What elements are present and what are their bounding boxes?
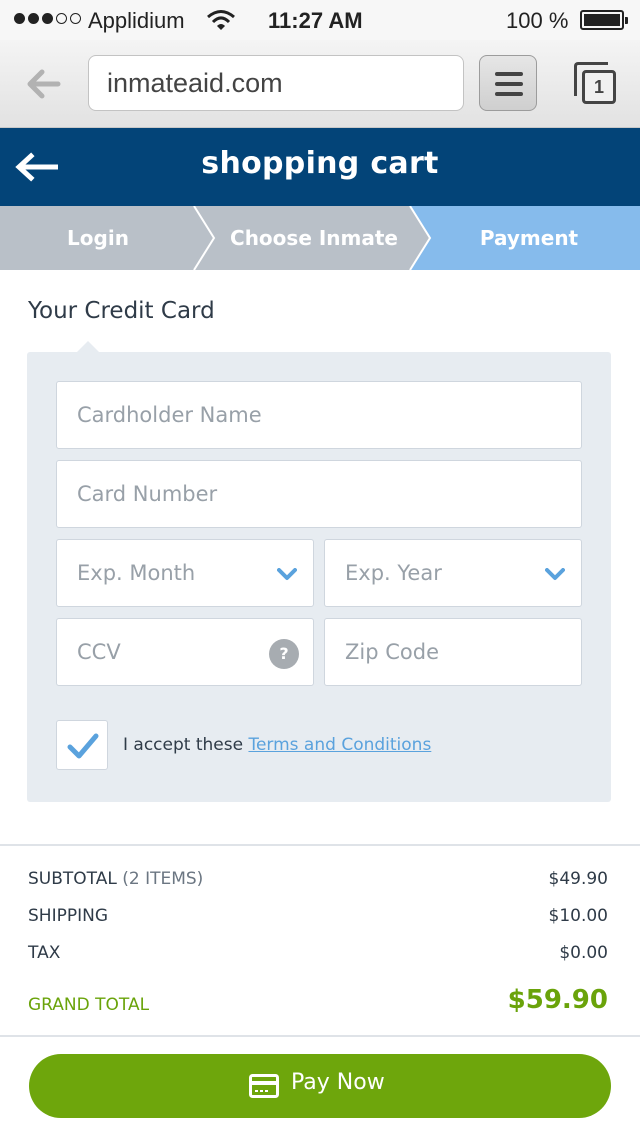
tab-count: 1 [582,70,616,104]
ccv-input[interactable]: CCV ? [56,618,314,686]
pay-now-label: Pay Now [291,1070,385,1095]
app-header: shopping cart [0,128,640,206]
grand-total-value: $59.90 [507,985,608,1015]
pay-now-button[interactable]: Pay Now [29,1054,611,1118]
help-icon[interactable]: ? [269,639,299,669]
card-number-input[interactable]: Card Number [56,460,582,528]
zip-code-input[interactable]: Zip Code [324,618,582,686]
page-title: shopping cart [201,146,439,181]
battery-icon [580,10,628,30]
grand-total-label: GRAND TOTAL [28,995,150,1015]
browser-back-icon[interactable] [22,62,66,106]
step-choose-inmate[interactable]: Choose Inmate [214,206,414,270]
subtotal-item-count: (2 ITEMS) [122,869,204,889]
tabs-button[interactable]: 1 [572,60,620,108]
section-title: Your Credit Card [28,298,215,324]
step-login[interactable]: Login [0,206,196,270]
terms-text: I accept these Terms and Conditions [123,735,432,755]
terms-link[interactable]: Terms and Conditions [248,735,431,755]
chevron-down-icon [545,568,565,580]
divider [0,1035,640,1037]
terms-checkbox[interactable] [56,720,108,770]
battery-percentage: 100 % [506,8,569,33]
chevron-down-icon [277,568,297,580]
status-bar: Applidium 11:27 AM 100 % [0,0,640,40]
carrier-name: Applidium [88,8,185,33]
credit-card-form: Cardholder Name Card Number Exp. Month E… [27,341,611,802]
shipping-value: $10.00 [548,906,608,926]
address-bar[interactable]: inmateaid.com [88,55,464,111]
checkout-steps: Login Choose Inmate Payment [0,206,640,270]
shipping-label: SHIPPING [28,906,108,926]
signal-strength-icon [14,13,81,24]
url-text: inmateaid.com [107,68,283,98]
tax-value: $0.00 [559,943,608,963]
credit-card-icon [249,1074,279,1098]
exp-year-select[interactable]: Exp. Year [324,539,582,607]
subtotal-label: SUBTOTAL (2 ITEMS) [28,869,204,889]
clock: 11:27 AM [268,8,363,33]
cardholder-name-input[interactable]: Cardholder Name [56,381,582,449]
wifi-icon [207,10,235,30]
divider [0,844,640,846]
subtotal-value: $49.90 [548,869,608,889]
tax-label: TAX [28,943,61,963]
checkmark-icon [67,733,99,759]
step-payment[interactable]: Payment [420,206,638,270]
browser-toolbar: inmateaid.com 1 [0,40,640,128]
browser-menu-button[interactable] [479,55,537,111]
exp-month-select[interactable]: Exp. Month [56,539,314,607]
